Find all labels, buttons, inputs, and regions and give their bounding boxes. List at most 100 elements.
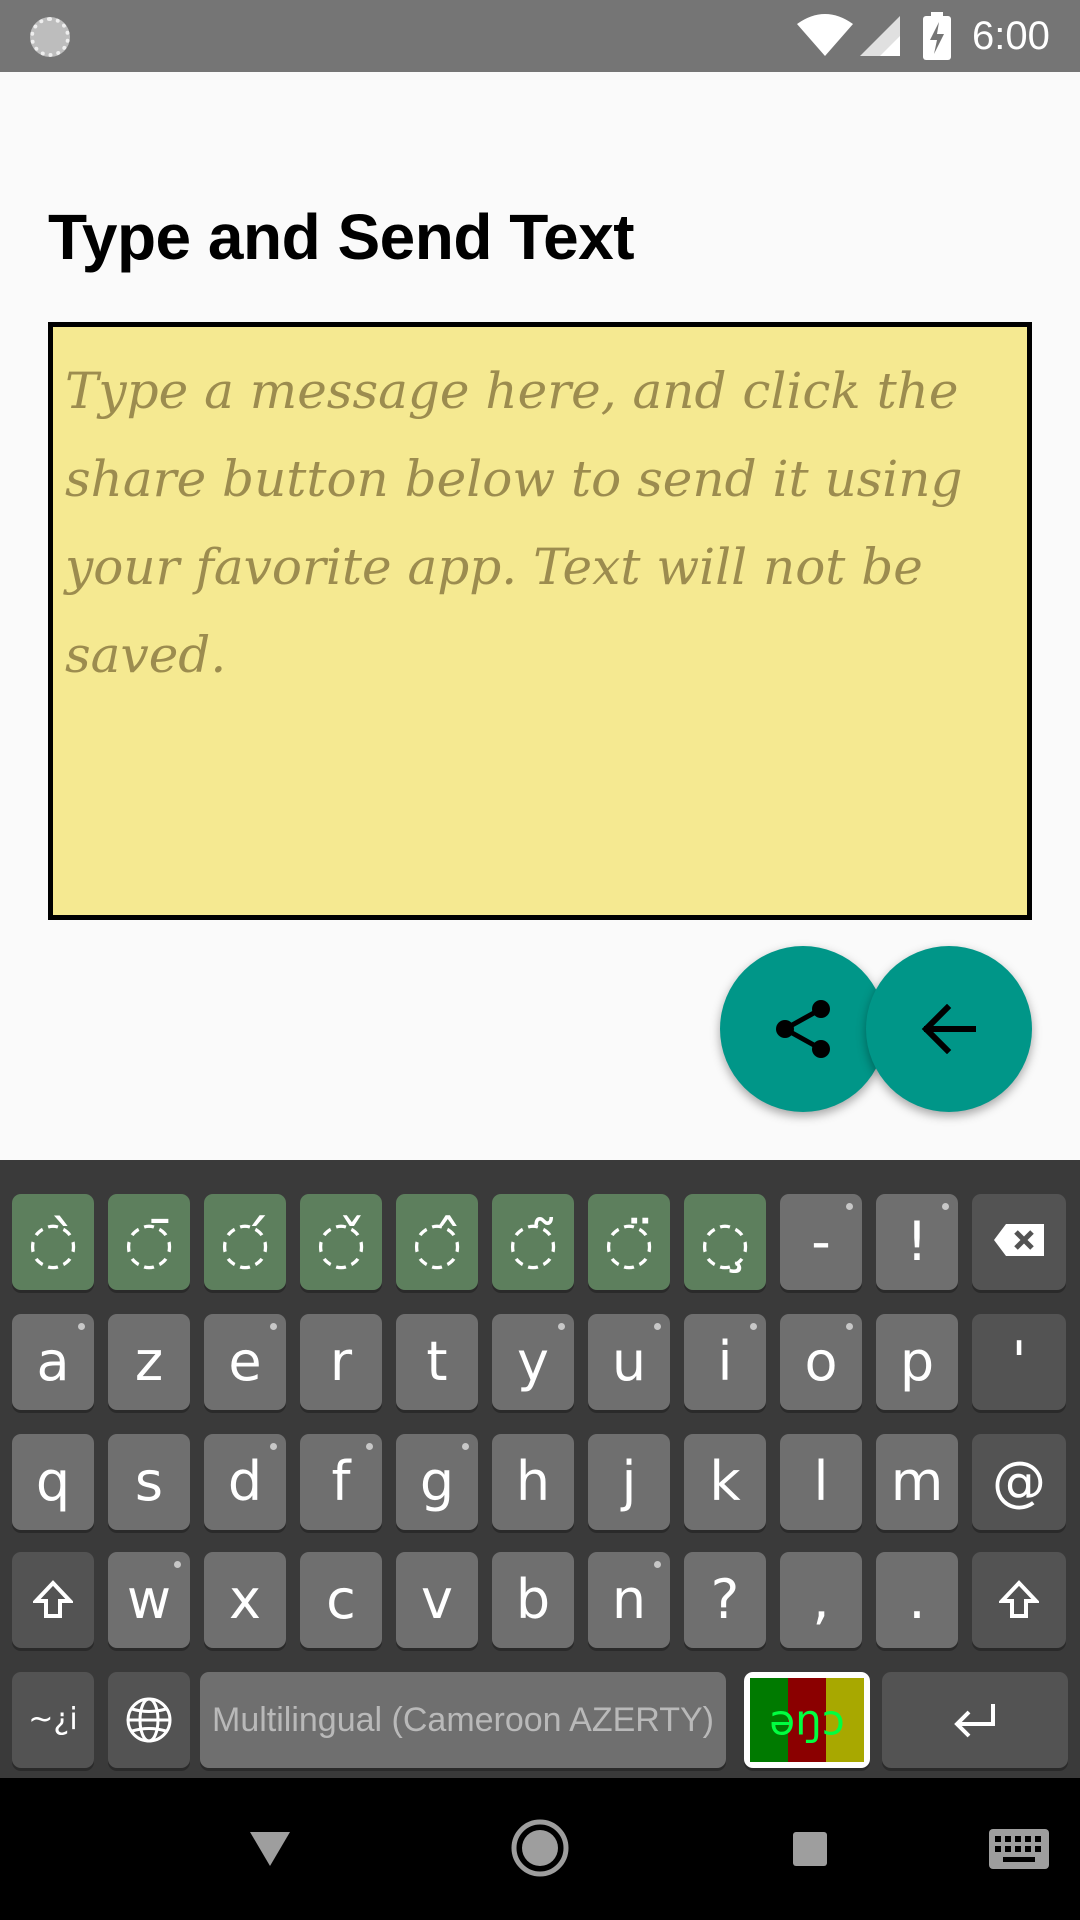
key-row4-0[interactable]: w — [108, 1552, 190, 1648]
space-bar[interactable]: Multilingual (Cameroon AZERTY) — [200, 1672, 726, 1768]
key-i[interactable]: i — [684, 1314, 766, 1410]
key-row1-0-label: ◌̀ — [27, 1208, 79, 1276]
key-t[interactable]: t — [396, 1314, 478, 1410]
key-row4-7-label: , — [812, 1568, 830, 1631]
key-at[interactable]: @ — [972, 1434, 1066, 1530]
loading-icon — [30, 17, 70, 57]
key-e[interactable]: e — [204, 1314, 286, 1410]
key-row1-8[interactable]: - — [780, 1194, 862, 1290]
key-d-label: d — [227, 1450, 263, 1513]
shift-key-right[interactable] — [972, 1552, 1066, 1648]
key-row4-5[interactable]: n — [588, 1552, 670, 1648]
key-p-label: p — [899, 1330, 935, 1393]
nav-home-icon[interactable] — [510, 1818, 570, 1878]
key-apostrophe[interactable]: ' — [972, 1314, 1066, 1410]
key-g-label: g — [419, 1450, 455, 1513]
key-j[interactable]: j — [588, 1434, 670, 1530]
key-row4-5-label: n — [611, 1568, 647, 1631]
backspace-key[interactable] — [972, 1194, 1066, 1290]
key-s-label: s — [134, 1450, 164, 1513]
keyboard-language-key[interactable]: əŋɔ — [744, 1672, 870, 1768]
language-globe-key[interactable] — [108, 1672, 190, 1768]
key-row1-7[interactable]: ◌̧ — [684, 1194, 766, 1290]
backspace-icon — [994, 1224, 1044, 1256]
key-l-label: l — [813, 1450, 829, 1513]
key-o-label: o — [804, 1330, 838, 1393]
nav-back-icon[interactable] — [248, 1828, 292, 1868]
clock-time: 6:00 — [972, 14, 1050, 58]
nav-recents-icon[interactable] — [791, 1830, 829, 1868]
globe-icon — [126, 1697, 172, 1743]
key-f-label: f — [331, 1450, 351, 1513]
key-h[interactable]: h — [492, 1434, 574, 1530]
key-row4-2-label: c — [326, 1568, 356, 1631]
key-i-label: i — [717, 1330, 733, 1393]
key-row1-0[interactable]: ◌̀ — [12, 1194, 94, 1290]
key-row4-2[interactable]: c — [300, 1552, 382, 1648]
key-r[interactable]: r — [300, 1314, 382, 1410]
symbols-key[interactable]: ~¿i — [12, 1672, 94, 1768]
arrow-left-icon — [921, 1004, 976, 1054]
long-press-indicator — [942, 1203, 949, 1210]
key-e-label: e — [228, 1330, 262, 1393]
key-row1-9[interactable]: ! — [876, 1194, 958, 1290]
key-q[interactable]: q — [12, 1434, 94, 1530]
keyboard-switch-icon[interactable] — [988, 1828, 1050, 1870]
key-row4-8[interactable]: . — [876, 1552, 958, 1648]
key-row4-1-label: x — [229, 1568, 261, 1631]
key-l[interactable]: l — [780, 1434, 862, 1530]
key-row1-9-label: ! — [906, 1210, 928, 1273]
key-f[interactable]: f — [300, 1434, 382, 1530]
long-press-indicator — [654, 1323, 661, 1330]
key-m[interactable]: m — [876, 1434, 958, 1530]
key-row4-1[interactable]: x — [204, 1552, 286, 1648]
key-row4-7[interactable]: , — [780, 1552, 862, 1648]
key-row1-6[interactable]: ◌̈ — [588, 1194, 670, 1290]
status-bar: 6:00 — [0, 0, 1080, 72]
key-y[interactable]: y — [492, 1314, 574, 1410]
enter-icon — [954, 1704, 995, 1738]
key-row4-4[interactable]: b — [492, 1552, 574, 1648]
key-row1-4[interactable]: ◌̂ — [396, 1194, 478, 1290]
shift-key-left[interactable] — [12, 1552, 94, 1648]
enter-key[interactable] — [882, 1672, 1068, 1768]
key-k[interactable]: k — [684, 1434, 766, 1530]
key-row1-5-label: ◌̃ — [507, 1208, 559, 1276]
key-q-label: q — [35, 1450, 71, 1513]
long-press-indicator — [462, 1443, 469, 1450]
shift-icon — [33, 1580, 73, 1618]
key-row1-1-label: ◌̄ — [123, 1208, 175, 1276]
long-press-indicator — [846, 1323, 853, 1330]
key-z[interactable]: z — [108, 1314, 190, 1410]
key-s[interactable]: s — [108, 1434, 190, 1530]
key-row4-6[interactable]: ? — [684, 1552, 766, 1648]
key-d[interactable]: d — [204, 1434, 286, 1530]
key-o[interactable]: o — [780, 1314, 862, 1410]
back-button[interactable] — [866, 946, 1032, 1112]
long-press-indicator — [750, 1323, 757, 1330]
key-row1-1[interactable]: ◌̄ — [108, 1194, 190, 1290]
key-row1-5[interactable]: ◌̃ — [492, 1194, 574, 1290]
key-a[interactable]: a — [12, 1314, 94, 1410]
key-p[interactable]: p — [876, 1314, 958, 1410]
share-button[interactable] — [720, 946, 886, 1112]
key-row1-2[interactable]: ◌́ — [204, 1194, 286, 1290]
key-row1-3[interactable]: ◌̌ — [300, 1194, 382, 1290]
key-t-label: t — [426, 1330, 448, 1393]
share-icon — [776, 1000, 830, 1058]
language-key-label: əŋɔ — [769, 1695, 845, 1745]
key-m-label: m — [890, 1450, 944, 1513]
message-input[interactable] — [53, 327, 1027, 915]
key-row1-3-label: ◌̌ — [315, 1208, 367, 1276]
key-a-label: a — [36, 1330, 70, 1393]
key-at-label: @ — [992, 1450, 1046, 1513]
long-press-indicator — [558, 1323, 565, 1330]
key-g[interactable]: g — [396, 1434, 478, 1530]
key-u-label: u — [611, 1330, 647, 1393]
key-row4-3-label: v — [421, 1568, 453, 1631]
key-row4-3[interactable]: v — [396, 1552, 478, 1648]
key-u[interactable]: u — [588, 1314, 670, 1410]
key-j-label: j — [621, 1450, 637, 1513]
key-row1-4-label: ◌̂ — [411, 1208, 463, 1276]
navigation-bar — [0, 1778, 1080, 1920]
